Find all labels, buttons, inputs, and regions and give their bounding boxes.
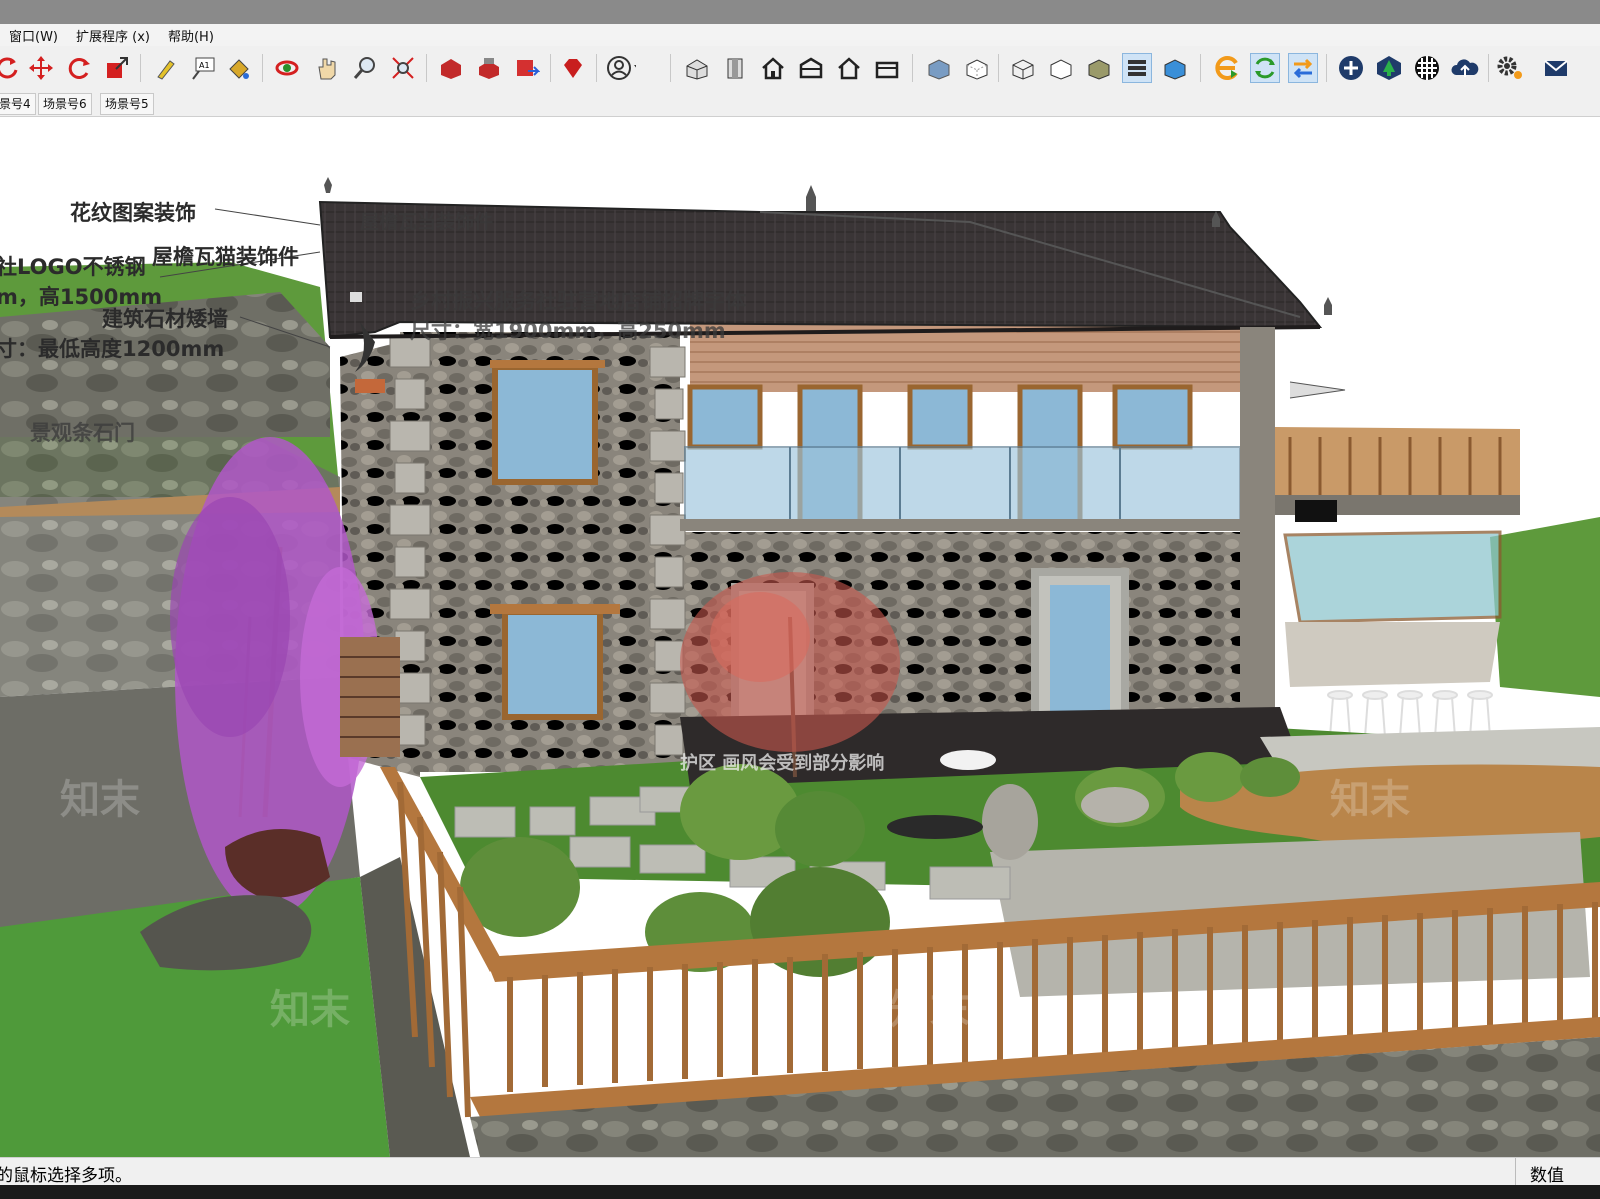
top-view-icon[interactable] [720,53,750,83]
window-upper-4 [1112,384,1193,450]
watermark-1: 知末 [60,777,140,823]
bar-counter [1285,622,1500,687]
orbit-icon[interactable] [272,53,302,83]
ruby-icon[interactable] [558,53,588,83]
dark-rock [887,815,983,839]
status-divider [1515,1158,1516,1186]
fill-icon[interactable] [224,53,254,83]
warehouse-icon[interactable] [436,53,466,83]
scene-tab-5[interactable]: 场景号5 [100,93,154,115]
plugin-e-icon[interactable] [1212,53,1242,83]
annotation-sign-size: 尺寸：宽1900mm，高250mm [410,319,726,343]
store-sign [1295,500,1337,522]
rotate-icon[interactable] [0,53,22,83]
menu-bar: 窗口(W) 扩展程序 (x) 帮助(H) [0,24,1600,46]
monochrome-icon[interactable] [1160,53,1190,83]
stone-vase [982,784,1038,860]
watermark-2: 知末 [1330,777,1410,823]
zoom-icon[interactable] [350,53,380,83]
zoom-extents-icon[interactable] [388,53,418,83]
annotation-logo: 社LOGO不锈钢 [0,255,146,279]
back-edges-icon[interactable] [962,53,992,83]
annotation-sign: 乡村振兴服务社驻营地店铺招牌字体 [410,289,746,313]
stone-basin [1081,787,1149,823]
roof-cat-left [324,177,332,193]
shaded-icon[interactable] [1084,53,1114,83]
left-view-icon[interactable] [872,53,902,83]
mail-icon[interactable] [1540,53,1570,83]
hidden-line-icon[interactable] [1046,53,1076,83]
firewood-stack [340,637,400,757]
umbrella [1289,381,1346,399]
balcony-slab [680,519,1250,531]
xray-icon[interactable] [924,53,954,83]
shaded-textures-icon[interactable] [1122,53,1152,83]
front-view-icon[interactable] [758,53,788,83]
hill-grass-right [1490,517,1600,697]
window-lower-left [502,609,603,720]
scene-tab-4[interactable]: 景号4 [0,93,36,115]
settings-icon[interactable] [1496,53,1526,83]
wall-sign [355,379,385,393]
status-bar: 的鼠标选择多项。 数值 [0,1157,1600,1186]
window-title-bar [0,0,1600,24]
window-upper-3 [907,384,973,450]
send-to-layout-icon[interactable] [512,53,542,83]
bar-stools [1327,690,1493,738]
taskbar-strip [0,1185,1600,1199]
roof-cat-eave [1324,297,1332,315]
account-icon[interactable] [606,53,636,83]
watermark-4: 知末 [890,987,970,1033]
back-view-icon[interactable] [834,53,864,83]
model-viewport[interactable]: 花纹图案装饰 社LOGO不锈钢 屋檐瓦猫装饰件 m，高1500mm 建筑石材矮墙… [0,117,1600,1157]
right-view-icon[interactable] [796,53,826,83]
iso-view-icon[interactable] [682,53,712,83]
pan-icon[interactable] [312,53,342,83]
menu-extensions[interactable]: 扩展程序 (x) [67,26,159,45]
refresh-icon[interactable] [64,53,94,83]
white-seat [940,750,996,770]
right-deck-rail [1275,427,1520,497]
cloud-upload-icon[interactable] [1450,53,1480,83]
measurements-label: 数值 [1530,1166,1564,1186]
extension-warehouse-icon[interactable] [474,53,504,83]
main-toolbar: A1 [0,46,1600,91]
paint-icon[interactable] [150,53,180,83]
annotation-wall: 建筑石材矮墙 [102,307,228,331]
glass-storefront [1283,530,1502,624]
wireframe-icon[interactable] [1008,53,1038,83]
scale-icon[interactable] [102,53,132,83]
scene-tabs: 景号4 场景号6 场景号5 [0,90,1600,117]
roof-cat-ridge [806,185,816,211]
window-upper-2 [687,384,763,450]
window-upper-left [492,364,598,485]
svg-text:A1: A1 [199,61,210,70]
right-pillar [1240,327,1275,737]
text-icon[interactable]: A1 [188,53,218,83]
annotation-protect: 护区 画风会受到部分影响 [680,753,885,774]
add-icon[interactable] [1336,53,1366,83]
annotation-pattern: 花纹图案装饰 [70,201,196,225]
eave-tile [350,292,362,302]
annotation-roof-ghost: 屋檐瓦当装饰件 [360,211,494,233]
annotation-height: 寸：最低高度1200mm [0,337,225,361]
watermark-3: 知末 [270,987,350,1033]
menu-window[interactable]: 窗口(W) [0,26,67,45]
scene-tab-6[interactable]: 场景号6 [38,93,92,115]
swap-icon[interactable] [1288,53,1318,83]
annotation-cat: 屋檐瓦猫装饰件 [152,245,299,269]
tree-icon[interactable] [1374,53,1404,83]
move-icon[interactable] [26,53,56,83]
status-hint: 的鼠标选择多项。 [0,1166,132,1186]
building-scene[interactable] [0,117,1600,1157]
annotation-stone-gate: 景观条石门 [30,421,135,445]
glass-balcony [684,446,1241,523]
checker-icon[interactable] [1412,53,1442,83]
menu-help[interactable]: 帮助(H) [159,26,223,45]
sync-icon[interactable] [1250,53,1280,83]
